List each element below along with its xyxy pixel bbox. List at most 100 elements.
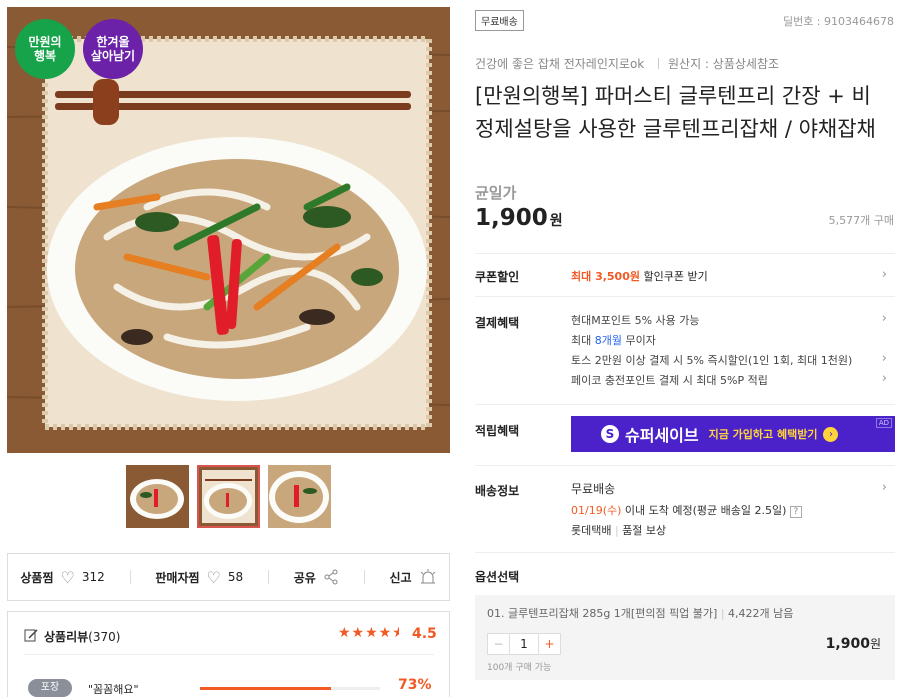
super-save-banner[interactable]: S 슈퍼세이브 지금 가입하고 혜택받기 › AD [571,416,895,452]
heart-icon: ♡ [60,567,75,587]
purchase-limit: 100개 구매 가능 [487,663,552,673]
share-button[interactable]: 공유 [294,569,339,586]
product-subtitle: 건강에 좋은 잡채 전자레인지로ok [475,57,645,71]
wishlist-product[interactable]: 상품찜 ♡ 312 [20,568,104,587]
review-bar-fill [200,687,332,690]
coupon-label: 쿠폰할인 [475,270,520,284]
review-title[interactable]: 상품리뷰(370) [44,628,120,645]
payment-item[interactable]: 페이코 충전포인트 결제 시 최대 5%P 적립 › [571,371,895,392]
arrow-right-icon: › [823,426,839,442]
seller-wishlist-label: 판매자찜 [155,570,200,585]
chevron-right-icon: › [881,371,887,386]
payment-benefits: 현대M포인트 5% 사용 가능 › 최대 8개월 무이자 토스 2만원 이상 결제… [571,311,895,392]
quantity-stepper: − 1 + [487,633,561,655]
review-tag: 포장 [28,679,72,697]
heart-icon: ♡ [206,567,221,587]
divider [363,570,365,584]
option-label: 옵션선택 [475,570,520,584]
coupon-row[interactable]: 최대 3,500원 할인쿠폰 받기 › [571,267,895,284]
price-unit: 원 [549,213,563,229]
thumbnail-3[interactable] [268,465,331,528]
review-count: (370) [88,630,121,644]
thumbnail-1[interactable] [126,465,189,528]
payment-item[interactable]: 토스 2만원 이상 결제 시 5% 즉시할인(1인 1회, 최대 1천원) › [571,351,895,372]
banner-cta: 지금 가입하고 혜택받기 [708,428,818,441]
payment-item[interactable]: 현대M포인트 5% 사용 가능 › [571,311,895,332]
share-icon [324,569,338,585]
share-label: 공유 [293,570,316,585]
wishlist-seller[interactable]: 판매자찜 ♡ 58 [155,568,243,587]
option-name: 01. 글루텐프리잡채 285g 1개[편의점 픽업 불가] [487,607,718,620]
product-price: 1,900 원 [475,205,563,231]
japchae-photo [7,7,450,453]
payment-item-text: 페이코 충전포인트 결제 시 최대 5%P 적립 [571,374,768,387]
divider [129,570,131,584]
payment-item-text: 최대 [571,334,595,347]
option-stock: 4,422개 남음 [728,607,794,620]
rewards-label: 적립혜택 [475,424,520,438]
banner-brand: 슈퍼세이브 [625,426,699,445]
review-summary: 상품리뷰(370) ★★★★★ 4.5 포장 "꼼꼼해요" 73% [7,611,450,697]
shipping-info[interactable]: 무료배송 01/19(수) 이내 도착 예정(평균 배송일 2.5일) ? 롯데… [571,480,895,542]
price-value: 1,900 [475,205,548,231]
thumbnail-2[interactable] [197,465,260,528]
payment-label: 결제혜택 [475,316,520,330]
product-title: [만원의행복] 파머스티 글루텐프리 간장 + 비정제설탕을 사용한 글루텐프리… [475,84,876,141]
shipping-eta-text: 이내 도착 예정(평균 배송일 2.5일) [624,504,787,517]
wishlist-count: 312 [81,570,105,584]
quantity-minus-button[interactable]: − [488,634,510,654]
review-quote: "꼼꼼해요" [88,683,139,696]
chevron-right-icon: › [881,480,887,495]
ad-label: AD [875,418,892,428]
payment-item-text: 현대M포인트 5% 사용 가능 [571,314,700,327]
quantity-input[interactable]: 1 [510,634,538,654]
review-bar-track [200,687,380,690]
coupon-text: 할인쿠폰 받기 [643,270,708,283]
chevron-right-icon: › [881,311,887,326]
product-number: 딜번호 : 9103464678 [782,15,894,28]
free-shipping-tag: 무료배송 [475,10,524,31]
option-name-line: 01. 글루텐프리잡채 285g 1개[편의점 픽업 불가] | 4,422개 … [487,607,794,620]
payment-item-text: 무이자 [622,334,656,347]
review-percent: 73% [398,677,432,693]
chevron-right-icon: › [881,267,887,282]
sold-count: 5,577개 구매 [828,214,894,227]
edit-icon [24,629,38,642]
product-main-image: 만원의 행복 한겨울 살아남기 [7,7,450,453]
help-icon[interactable]: ? [789,506,802,518]
divider [475,296,895,297]
divider [475,552,895,553]
option-price-unit: 원 [869,637,881,651]
divider [24,654,434,655]
seller-wishlist-count: 58 [227,570,244,584]
option-selected-box: 01. 글루텐프리잡채 285g 1개[편의점 픽업 불가] | 4,422개 … [475,595,895,680]
report-label: 신고 [389,570,412,585]
divider [475,465,895,466]
shipping-carrier: 롯데택배 [571,524,612,537]
shipping-method: 무료배송 [571,482,616,496]
divider [658,58,659,69]
divider [267,570,269,584]
divider [475,404,895,405]
wishlist-label: 상품찜 [20,570,54,585]
review-rating: 4.5 [412,626,437,642]
price-label: 균일가 [475,184,517,202]
coupon-highlight: 최대 3,500원 [571,270,640,283]
payment-item-text: 토스 2만원 이상 결제 시 5% 즉시할인(1인 1회, 최대 1천원) [571,354,853,367]
quantity-plus-button[interactable]: + [538,634,560,654]
siren-icon [420,569,435,584]
option-price-value: 1,900 [825,636,870,652]
divider [475,253,895,254]
shipping-eta-date: 01/19(수) [571,504,622,517]
option-price: 1,900원 [826,635,881,652]
badge-winter: 한겨울 살아남기 [83,19,143,79]
shipping-carrier-note: 품절 보상 [622,524,667,537]
product-origin: 원산지 : 상품상세참조 [668,57,780,71]
badge-happiness: 만원의 행복 [15,19,75,79]
payment-item-highlight: 8개월 [594,334,622,347]
super-save-logo-icon: S [601,425,619,443]
payment-item: 최대 8개월 무이자 [571,332,895,352]
review-label: 상품리뷰 [44,630,89,644]
report-button[interactable]: 신고 [389,569,436,586]
shipping-label: 배송정보 [475,484,520,498]
